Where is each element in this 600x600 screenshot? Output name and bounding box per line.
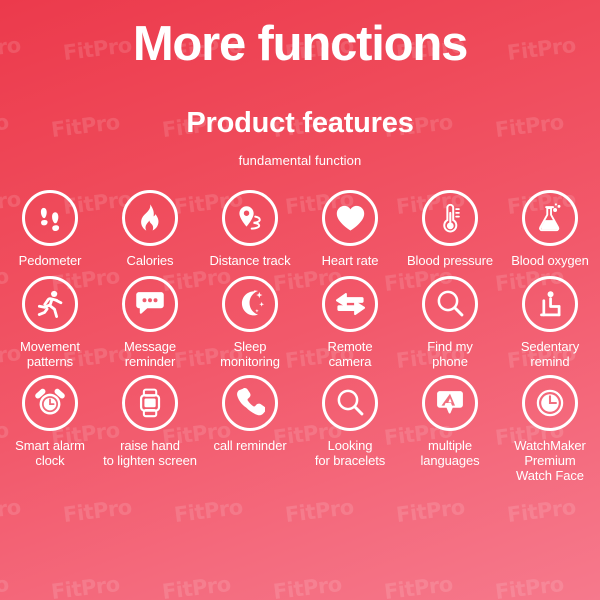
section-subtitle: fundamental function — [238, 152, 362, 168]
feature-label: raise hand to lighten screen — [103, 437, 197, 468]
flask-icon — [535, 202, 565, 234]
watermark-text: FitPro — [172, 494, 244, 528]
feature-icon-circle — [222, 374, 278, 431]
feature-label: Message reminder — [123, 338, 177, 369]
watermark-text: FitPro — [61, 494, 133, 528]
feature-item-smart-alarm-clock[interactable]: Smart alarm clock — [0, 374, 100, 483]
running-person-icon — [34, 288, 66, 320]
feature-item-message-reminder[interactable]: Message reminder — [100, 275, 200, 375]
language-bubble-icon — [435, 388, 465, 417]
feature-label: Pedometer — [18, 252, 82, 268]
moon-stars-icon — [234, 288, 266, 319]
page-title: More functions — [132, 17, 469, 71]
feature-icon-circle — [122, 189, 178, 246]
feature-item-multiple-languages[interactable]: multiple languages — [400, 374, 500, 483]
feature-item-pedometer[interactable]: Pedometer — [0, 189, 100, 276]
feature-label: WatchMaker Premium Watch Face — [514, 437, 586, 483]
page-header: More functions Product features fundamen… — [0, 0, 600, 168]
feature-item-movement-patterns[interactable]: Movement patterns — [0, 275, 100, 375]
feature-label: Calories — [126, 252, 174, 268]
feature-item-sedentary-remind[interactable]: Sedentary remind — [500, 275, 600, 375]
feature-item-remote-camera[interactable]: Remote camera — [300, 275, 400, 375]
feature-item-raise-hand-to-lighten-screen[interactable]: raise hand to lighten screen — [100, 374, 200, 483]
feature-item-distance-track[interactable]: Distance track — [200, 189, 300, 276]
feature-item-call-reminder[interactable]: call reminder — [200, 374, 300, 483]
feature-item-sleep-monitoring[interactable]: Sleep monitoring — [200, 275, 300, 375]
watermark-text: FitPro — [505, 494, 577, 528]
feature-label: Smart alarm clock — [15, 437, 85, 468]
map-pin-icon — [234, 203, 266, 233]
feature-item-calories[interactable]: Calories — [100, 189, 200, 276]
feature-label: Remote camera — [327, 338, 373, 369]
feature-icon-circle — [522, 275, 578, 332]
watermark-text: FitPro — [394, 494, 466, 528]
watermark-text: FitPro — [160, 571, 232, 600]
watermark-text: FitPro — [382, 571, 454, 600]
feature-label: Looking for bracelets — [314, 437, 386, 468]
watermark-text: FitPro — [0, 494, 22, 528]
feature-row: Movement patterns Message reminder Sleep… — [0, 275, 600, 375]
feature-icon-circle — [422, 275, 478, 332]
phone-handset-icon — [235, 387, 265, 418]
heart-icon — [335, 204, 366, 232]
feature-label: Sleep monitoring — [220, 338, 280, 369]
footprints-icon — [35, 203, 65, 233]
feature-label: Heart rate — [321, 252, 379, 268]
section-title: Product features — [186, 106, 414, 139]
feature-icon-circle — [422, 374, 478, 431]
feature-item-watchmaker-premium-watch-face[interactable]: WatchMaker Premium Watch Face — [500, 374, 600, 483]
feature-icon-circle — [522, 374, 578, 431]
feature-icon-circle — [322, 374, 378, 431]
feature-icon-circle — [222, 189, 278, 246]
alarm-clock-icon — [34, 387, 66, 418]
feature-label: Movement patterns — [20, 338, 80, 369]
magnifier-icon — [335, 387, 366, 418]
feature-icon-circle — [422, 189, 478, 246]
watermark-text: FitPro — [0, 571, 10, 600]
magnifier-icon — [435, 288, 466, 319]
watermark-text: FitPro — [49, 571, 121, 600]
thermometer-icon — [436, 202, 464, 234]
feature-label: Distance track — [209, 252, 291, 268]
feature-grid: Pedometer Calories Distance track Heart … — [0, 168, 600, 483]
seated-person-icon — [535, 289, 565, 319]
feature-icon-circle — [22, 189, 78, 246]
feature-icon-circle — [322, 275, 378, 332]
feature-item-looking-for-bracelets[interactable]: Looking for bracelets — [300, 374, 400, 483]
feature-label: Sedentary remind — [520, 338, 580, 369]
feature-label: multiple languages — [420, 437, 480, 468]
feature-icon-circle — [22, 374, 78, 431]
feature-icon-circle — [322, 189, 378, 246]
clock-face-icon — [533, 386, 567, 420]
watermark-text: FitPro — [493, 571, 565, 600]
smartwatch-icon — [137, 387, 163, 419]
feature-row: Smart alarm clock raise hand to lighten … — [0, 374, 600, 483]
feature-icon-circle — [222, 275, 278, 332]
feature-label: Blood pressure — [406, 252, 494, 268]
feature-label: Find my phone — [427, 338, 473, 369]
feature-item-find-my-phone[interactable]: Find my phone — [400, 275, 500, 375]
feature-icon-circle — [122, 374, 178, 431]
promo-page: FitPro FitPro FitPro FitPro FitPro FitPro FitP… — [0, 0, 600, 600]
feature-item-blood-pressure[interactable]: Blood pressure — [400, 189, 500, 276]
feature-icon-circle — [122, 275, 178, 332]
feature-label: call reminder — [213, 437, 287, 453]
feature-icon-circle — [522, 189, 578, 246]
double-arrow-icon — [334, 291, 367, 317]
feature-item-blood-oxygen[interactable]: Blood oxygen — [500, 189, 600, 276]
feature-label: Blood oxygen — [511, 252, 589, 268]
feature-item-heart-rate[interactable]: Heart rate — [300, 189, 400, 276]
watermark-text: FitPro — [283, 494, 355, 528]
feature-icon-circle — [22, 275, 78, 332]
chat-bubble-icon — [134, 289, 166, 318]
watermark-text: FitPro — [271, 571, 343, 600]
feature-row: Pedometer Calories Distance track Heart … — [0, 189, 600, 276]
flame-icon — [136, 203, 164, 233]
